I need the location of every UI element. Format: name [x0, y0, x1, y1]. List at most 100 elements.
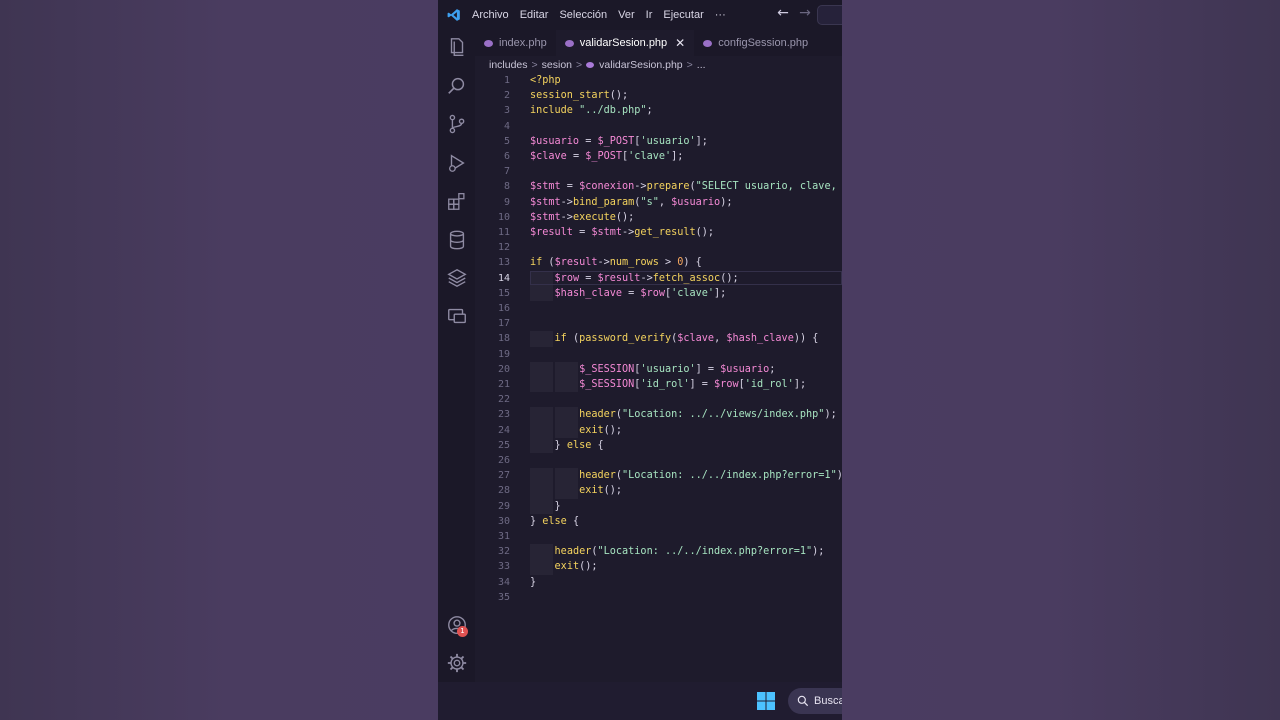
line-number: 7 — [503, 166, 510, 178]
tab-index-php[interactable]: index.php — [475, 30, 556, 56]
breadcrumb-separator: > — [531, 59, 538, 71]
remote-icon[interactable] — [446, 305, 468, 327]
line-number: 2 — [503, 90, 510, 102]
vscode-logo-icon[interactable] — [444, 5, 464, 25]
code-line[interactable]: 30} else { — [475, 514, 842, 529]
code-text: exit(); — [554, 561, 598, 573]
code-line[interactable]: 5 $usuario = $_POST['usuario']; — [475, 134, 842, 149]
line-number: 20 — [497, 363, 510, 375]
taskbar-area — [438, 682, 842, 720]
code-text: $row = $result->fetch_assoc(); — [554, 272, 739, 284]
windows-start-icon[interactable] — [756, 691, 776, 711]
command-center-search[interactable] — [817, 5, 842, 25]
code-line[interactable]: 34} — [475, 575, 842, 590]
source-control-icon[interactable] — [446, 113, 468, 135]
breadcrumb-symbols[interactable]: ... — [697, 59, 706, 71]
code-line[interactable]: 29 } — [475, 498, 842, 514]
line-number: 26 — [497, 455, 510, 466]
code-line[interactable]: 22 — [475, 392, 842, 407]
forward-arrow-icon[interactable]: → — [794, 5, 816, 21]
code-line[interactable]: 6 $clave = $_POST['clave']; — [475, 149, 842, 164]
line-number: 6 — [503, 151, 510, 162]
code-line[interactable]: 31 — [475, 529, 842, 544]
breadcrumb-sesion[interactable]: sesion — [542, 59, 572, 71]
line-number: 16 — [497, 303, 510, 314]
code-line[interactable]: 27 header("Location: ../../index.php?err… — [475, 468, 842, 484]
code-line[interactable]: 20 $_SESSION['usuario'] = $usuario; — [475, 361, 842, 377]
code-text: $stmt->bind_param("s", $usuario); — [530, 196, 733, 208]
gear-icon[interactable] — [446, 652, 468, 674]
menu-ver[interactable]: Ver — [618, 9, 635, 21]
code-line[interactable]: 15 $hash_clave = $row['clave']; — [475, 285, 842, 301]
menu-more[interactable]: ··· — [715, 9, 726, 21]
code-text: $stmt = $conexion->prepare("SELECT usuar… — [530, 181, 837, 193]
code-line[interactable]: 14 $row = $result->fetch_assoc(); — [475, 270, 842, 286]
code-line[interactable]: 35 — [475, 590, 842, 605]
code-text: } — [530, 576, 537, 588]
code-line[interactable]: 28 exit(); — [475, 483, 842, 499]
code-text: exit(); — [579, 424, 623, 436]
line-number: 1 — [503, 75, 510, 86]
code-line[interactable]: 3 include "../db.php"; — [475, 103, 842, 118]
tab-label: index.php — [499, 37, 547, 49]
extensions-icon[interactable] — [446, 190, 468, 212]
activity-bar: 1 — [438, 30, 475, 682]
tab-validarsesion-php[interactable]: validarSesion.php ✕ — [555, 30, 695, 56]
line-number: 14 — [497, 272, 510, 284]
menu-ejecutar[interactable]: Ejecutar — [663, 9, 703, 21]
code-line[interactable]: 17 — [475, 316, 842, 331]
php-file-icon — [703, 39, 713, 47]
code-line[interactable]: 18 if (password_verify($clave, $hash_cla… — [475, 331, 842, 347]
code-text: include "../db.php"; — [530, 105, 653, 117]
php-file-icon — [484, 39, 493, 47]
code-line[interactable]: 1 <?php — [475, 73, 842, 88]
code-line[interactable]: 12 — [475, 240, 842, 255]
code-line[interactable]: 13 if ($result->num_rows > 0) { — [475, 255, 842, 270]
code-editor[interactable]: 1 <?php 2 session_start(); 3 include "../db.p… — [475, 73, 842, 682]
taskbar-search[interactable]: Busca — [788, 688, 842, 714]
code-line[interactable]: 4 — [475, 119, 842, 134]
menu-ir[interactable]: Ir — [646, 9, 653, 21]
code-text: $usuario = $_POST['usuario']; — [530, 135, 708, 147]
search-icon[interactable] — [446, 75, 468, 97]
code-line[interactable]: 25 } else { — [475, 437, 842, 453]
database-icon[interactable] — [446, 229, 468, 251]
menu-seleccion[interactable]: Selección — [559, 9, 607, 21]
line-number: 8 — [503, 181, 510, 193]
code-line[interactable]: 7 — [475, 164, 842, 179]
code-line[interactable]: 8 $stmt = $conexion->prepare("SELECT usua… — [475, 179, 842, 194]
line-number: 35 — [497, 591, 510, 603]
close-icon[interactable]: ✕ — [675, 36, 685, 50]
php-file-icon — [586, 62, 595, 68]
code-line[interactable]: 23 header("Location: ../../views/index.p… — [475, 407, 842, 423]
tab-configsession-php[interactable]: configSession.php — [694, 30, 817, 56]
php-file-icon — [564, 39, 574, 47]
menu-archivo[interactable]: Archivo — [472, 9, 509, 21]
code-line[interactable]: 33 exit(); — [475, 559, 842, 575]
run-debug-icon[interactable] — [446, 152, 468, 174]
line-number: 28 — [497, 485, 510, 497]
back-arrow-icon[interactable]: ← — [772, 5, 794, 21]
code-line[interactable]: 9 $stmt->bind_param("s", $usuario); — [475, 195, 842, 210]
code-line[interactable]: 19 — [475, 347, 842, 362]
code-line[interactable]: 16 — [475, 301, 842, 316]
code-line[interactable]: 2 session_start(); — [475, 88, 842, 103]
explorer-icon[interactable] — [446, 36, 468, 58]
code-line[interactable]: 24 exit(); — [475, 422, 842, 438]
line-number: 17 — [497, 318, 510, 330]
code-text: } else { — [530, 515, 580, 527]
code-text: $clave = $_POST['clave']; — [530, 151, 684, 162]
layers-icon[interactable] — [446, 267, 468, 289]
breadcrumb-file[interactable]: validarSesion.php — [599, 59, 682, 71]
code-line[interactable]: 21 $_SESSION['id_rol'] = $row['id_rol']; — [475, 377, 842, 393]
code-line[interactable]: 32 header("Location: ../../index.php?err… — [475, 544, 842, 560]
breadcrumb-includes[interactable]: includes — [489, 59, 528, 71]
code-text: } — [530, 500, 561, 512]
line-number: 13 — [497, 257, 510, 269]
code-text: header("Location: ../../index.php?error=… — [554, 546, 825, 558]
menu-editar[interactable]: Editar — [520, 9, 549, 21]
code-line[interactable]: 26 — [475, 453, 842, 468]
code-line[interactable]: 10 $stmt->execute(); — [475, 210, 842, 225]
code-text: if (password_verify($clave, $hash_clave)… — [554, 333, 819, 345]
code-line[interactable]: 11 $result = $stmt->get_result(); — [475, 225, 842, 240]
